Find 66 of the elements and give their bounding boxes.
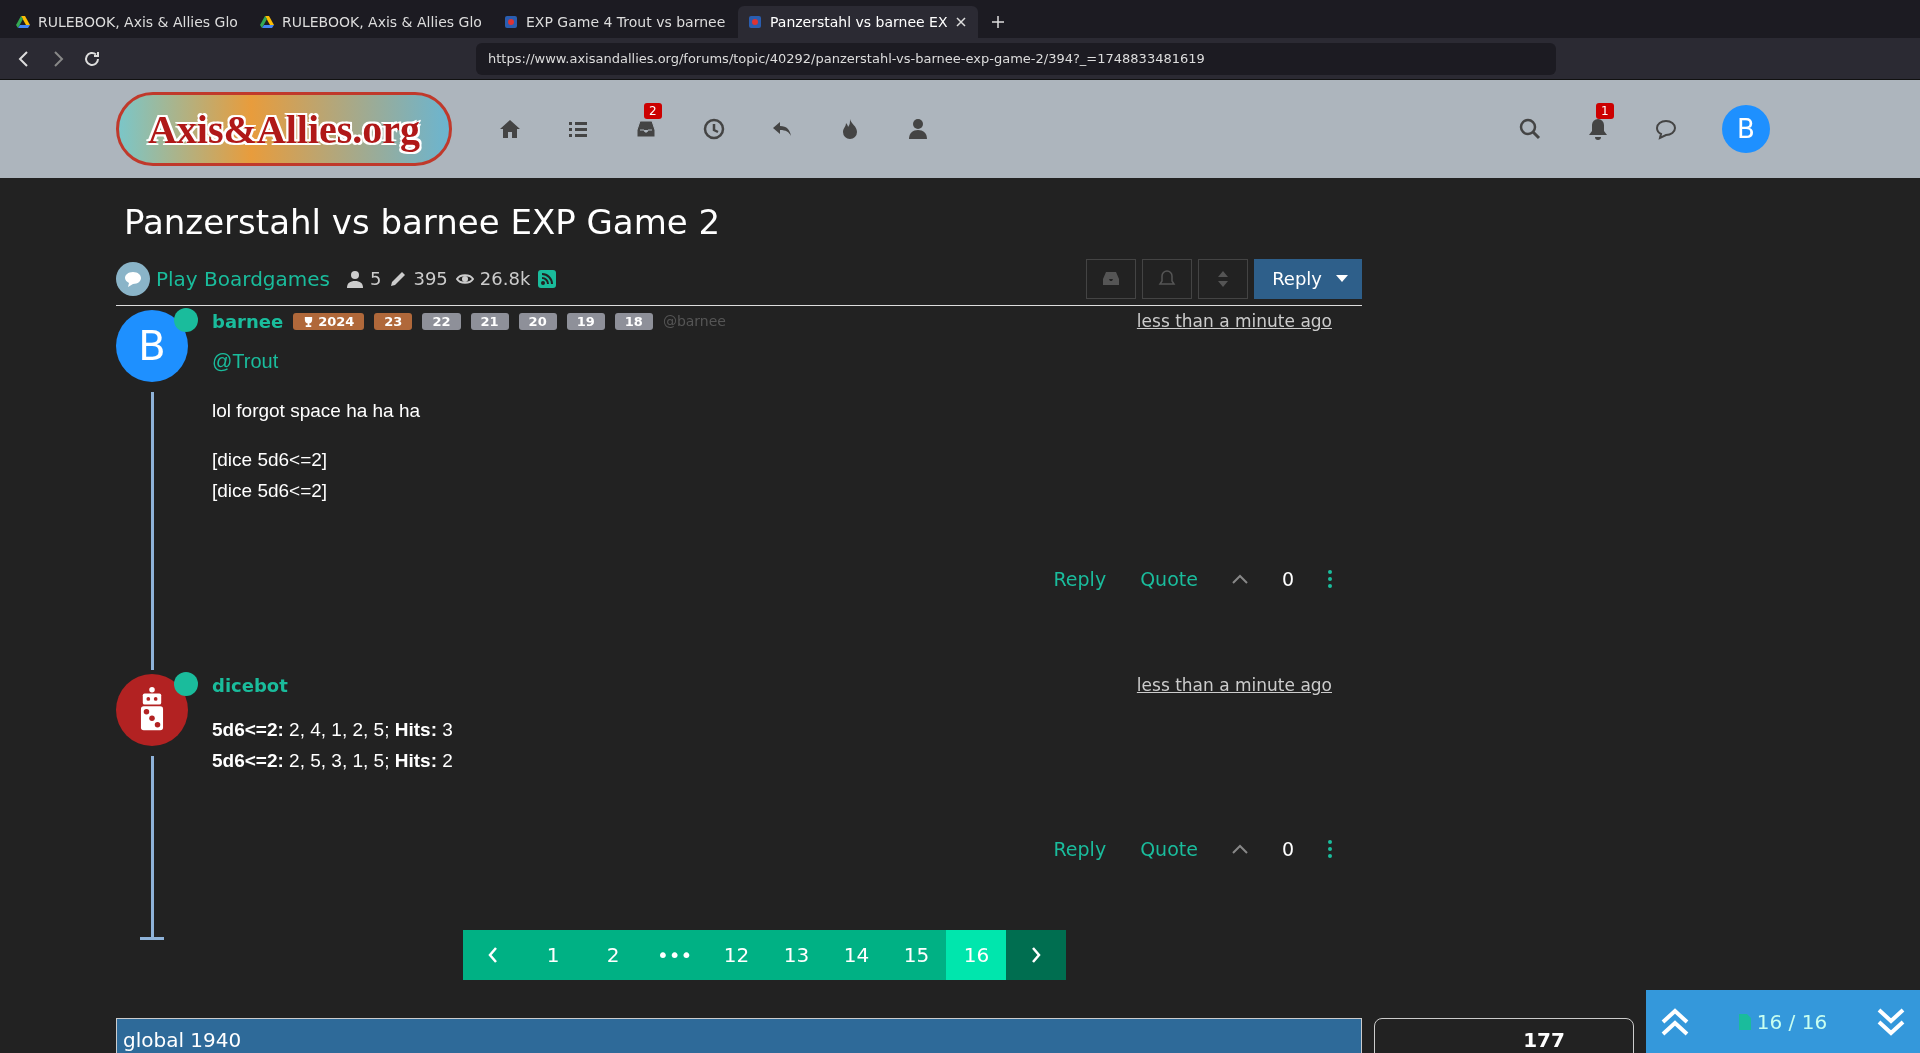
- rss-icon[interactable]: [538, 269, 557, 288]
- user-badge: 2024: [293, 312, 365, 330]
- post-text: [dice 5d6<=2]: [212, 479, 329, 503]
- browser-tab[interactable]: RULEBOOK, Axis & Allies Glo: [6, 6, 246, 38]
- vote-count: 0: [1281, 838, 1294, 860]
- more-options-icon[interactable]: [1328, 840, 1332, 858]
- post-text: 5d6<=2: 2, 4, 1, 2, 5; Hits: 3: [212, 718, 454, 742]
- post-text: 5d6<=2: 2, 5, 3, 1, 5; Hits: 2: [212, 749, 454, 773]
- reply-link[interactable]: Reply: [1053, 568, 1107, 590]
- double-up-icon[interactable]: [1660, 1006, 1690, 1037]
- view-count: 26.8k: [479, 268, 531, 289]
- upvote-icon[interactable]: [1231, 574, 1248, 584]
- post-timestamp[interactable]: less than a minute ago: [1136, 675, 1332, 695]
- chevron-left-icon: [488, 947, 498, 963]
- count-badge: 1: [1596, 103, 1614, 119]
- user-badge: 21: [470, 312, 509, 330]
- reply-link[interactable]: Reply: [1053, 838, 1107, 860]
- user-icon[interactable]: [906, 117, 930, 141]
- tab-favicon-icon: [504, 15, 518, 29]
- count-badge: 2: [644, 103, 662, 119]
- address-bar[interactable]: https://www.axisandallies.org/forums/topic/40292/panzerstahl-vs-barnee-exp-game-2/394?_=1748833481619: [476, 42, 1556, 75]
- input-field[interactable]: global 1940: [116, 1018, 1362, 1053]
- mention-link[interactable]: @Trout: [212, 346, 1362, 377]
- search-icon[interactable]: [1518, 117, 1542, 141]
- author-link[interactable]: barnee: [212, 310, 284, 332]
- post-count: 395: [413, 268, 448, 289]
- upvote-icon[interactable]: [1231, 844, 1248, 854]
- category-link[interactable]: Play Boardgames: [116, 261, 330, 296]
- more-options-icon[interactable]: [1328, 570, 1332, 588]
- browser-tab[interactable]: EXP Game 4 Trout vs barnee: [494, 6, 734, 38]
- browser-tab[interactable]: Panzerstahl vs barnee EX: [738, 6, 978, 38]
- user-badge: 18: [614, 312, 653, 330]
- chat-icon[interactable]: [1654, 117, 1678, 141]
- post-text: lol forgot space ha ha ha: [212, 399, 422, 423]
- quote-link[interactable]: Quote: [1140, 568, 1198, 590]
- user-badge: 23: [374, 312, 413, 330]
- bell-icon[interactable]: [1586, 117, 1610, 141]
- browser-tab[interactable]: RULEBOOK, Axis & Allies Glo: [250, 6, 490, 38]
- clock-icon[interactable]: [702, 117, 726, 141]
- double-down-icon[interactable]: [1876, 1006, 1906, 1037]
- page-position: 16 / 16: [1756, 1009, 1828, 1034]
- pencil-icon: [389, 269, 408, 288]
- user-badge: 20: [518, 312, 557, 330]
- tab-favicon-icon: [748, 15, 762, 29]
- trophy-icon: [303, 315, 315, 327]
- tab-favicon-icon: [16, 15, 30, 29]
- person-icon: [346, 269, 364, 288]
- close-icon[interactable]: [955, 17, 966, 27]
- author-link[interactable]: dicebot: [212, 674, 288, 696]
- home-icon[interactable]: [498, 117, 522, 141]
- poster-count: 5: [370, 268, 382, 289]
- post-text: [dice 5d6<=2]: [212, 448, 329, 472]
- tab-favicon-icon: [260, 15, 274, 29]
- post-timestamp[interactable]: less than a minute ago: [1136, 311, 1332, 331]
- caret-icon: [1336, 274, 1348, 283]
- quote-link[interactable]: Quote: [1140, 838, 1198, 860]
- robot-dice-icon: [138, 687, 166, 733]
- count-box: 177: [1374, 1018, 1634, 1053]
- topic-title: Panzerstahl vs barnee EXP Game 2: [124, 202, 722, 242]
- document-icon: [1738, 1013, 1751, 1030]
- reply-button[interactable]: Reply: [1254, 258, 1362, 299]
- user-badge: 19: [566, 312, 605, 330]
- chevron-right-icon: [1031, 947, 1042, 963]
- vote-count: 0: [1281, 568, 1294, 590]
- new-tab-icon[interactable]: [992, 16, 1004, 28]
- user-badge: 22: [422, 312, 461, 330]
